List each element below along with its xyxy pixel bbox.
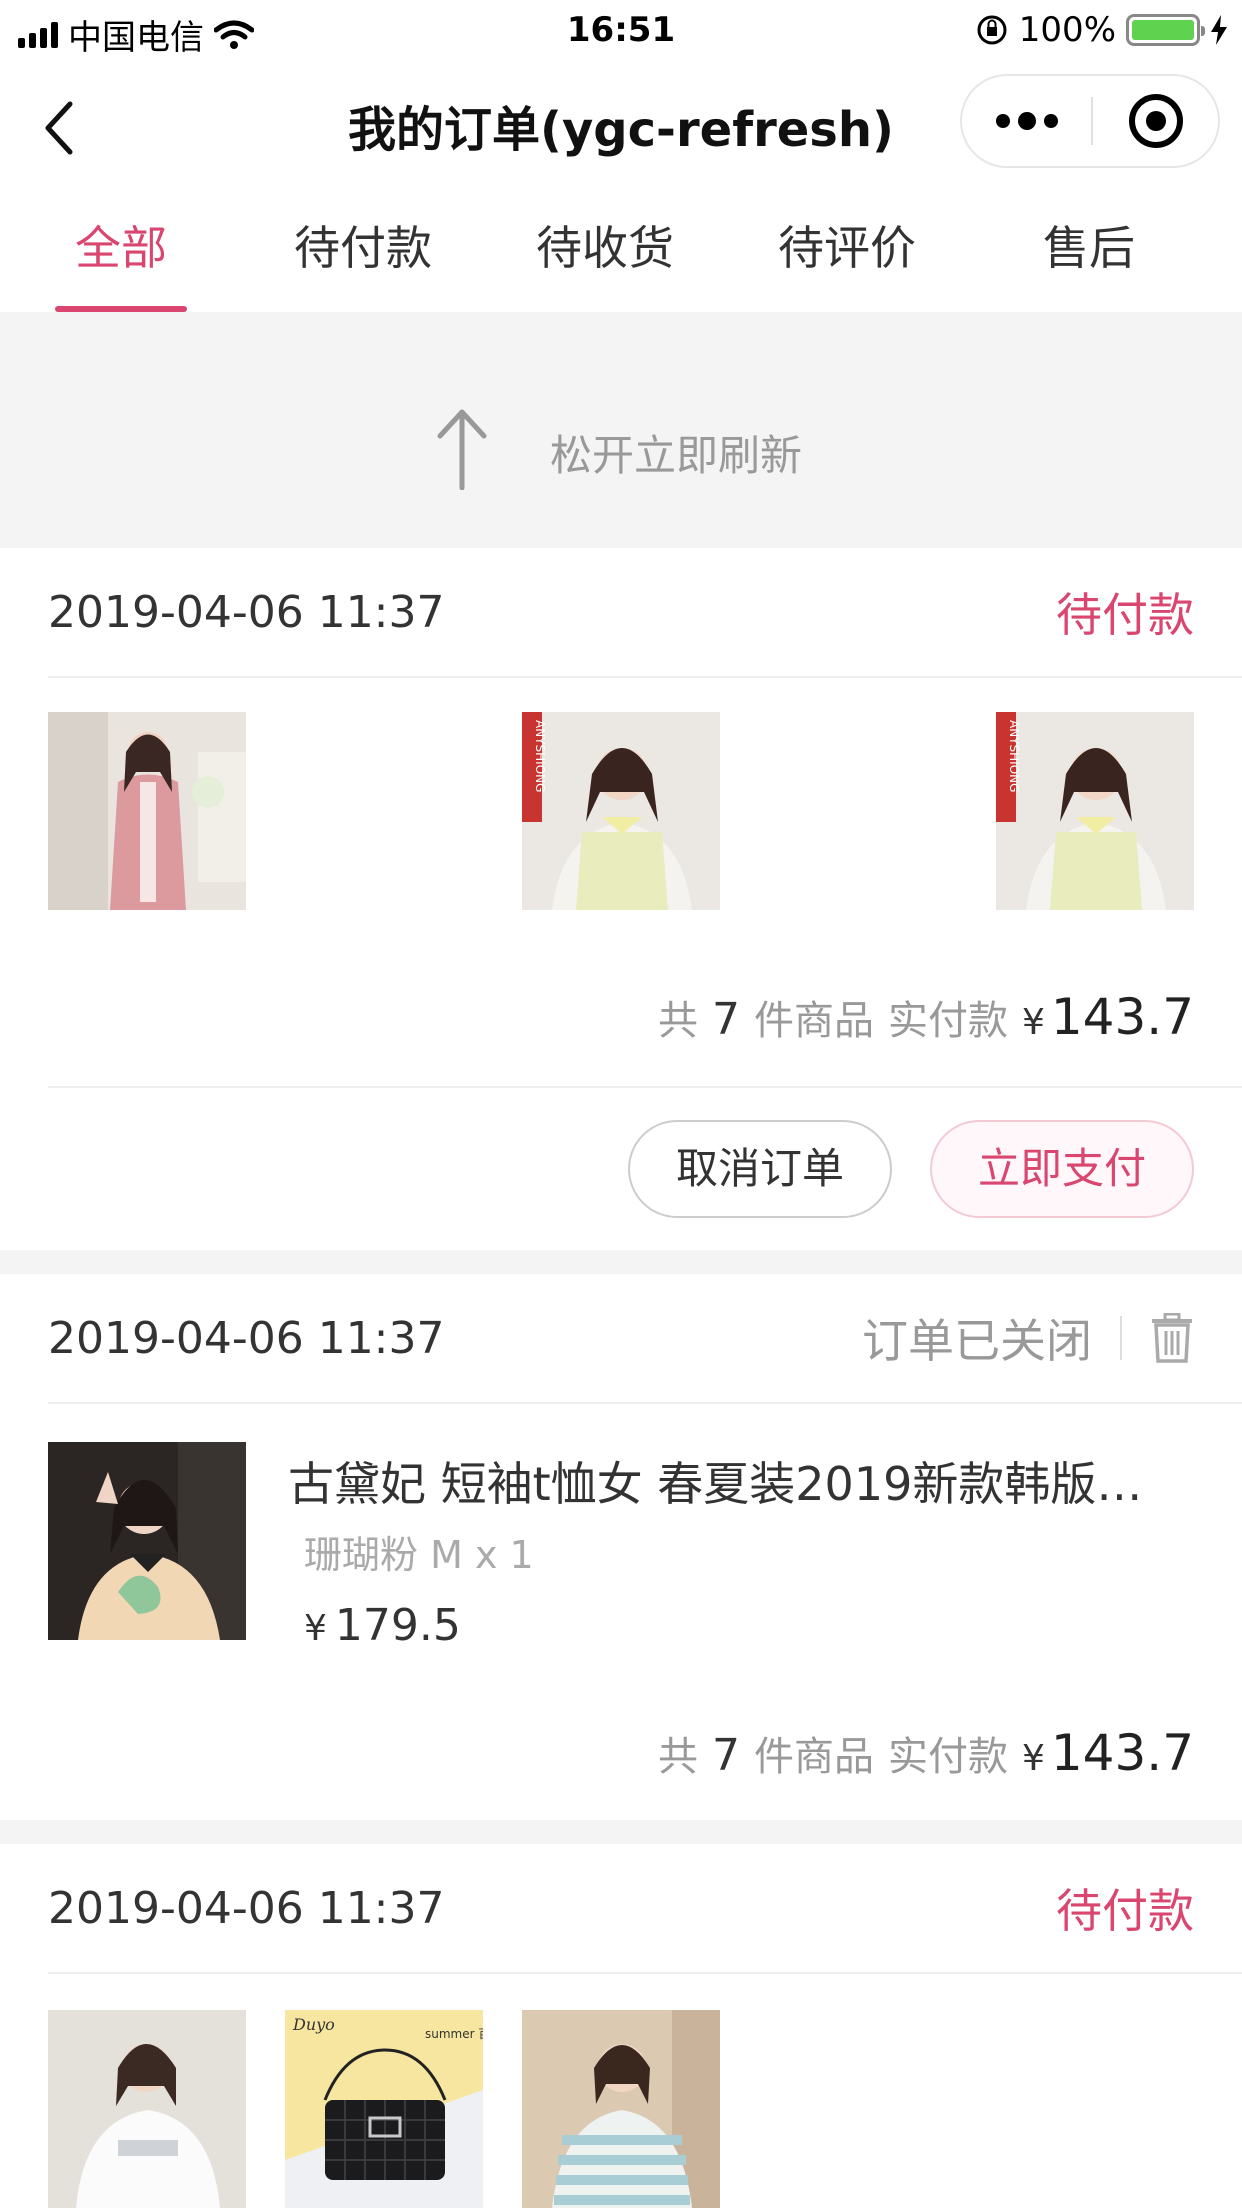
order-date: 2019-04-06 11:37 [48,1882,445,1934]
order-item[interactable]: 古黛妃 短袖t恤女 春夏装2019新款韩版… 珊瑚粉 M x 1 ¥179.5 [48,1442,1194,1651]
paid-label: 实付款 [887,998,1008,1044]
product-spec: 珊瑚粉 M x 1 [304,1533,534,1577]
paid-amount: 143.7 [1050,1724,1194,1782]
more-dots-icon[interactable] [962,76,1091,166]
summary-suffix: 件商品 [753,998,874,1044]
svg-text:Duyo: Duyo [292,2015,335,2034]
pull-refresh-area: 松开立即刷新 [0,312,1242,548]
product-image[interactable] [522,2010,720,2208]
order-status: 订单已关闭 [862,1314,1092,1368]
currency-symbol: ¥ [1021,1738,1045,1779]
bag-caption: summer 百搭女王 [425,2026,483,2041]
charging-bolt-icon [1211,15,1227,45]
product-title: 古黛妃 短袖t恤女 春夏装2019新款韩版… [288,1457,1143,1511]
summary-prefix: 共 [657,998,698,1044]
item-count: 7 [711,1730,740,1781]
status-bar: 中国电信 16:51 100% [0,0,1242,62]
tab-pending-receipt[interactable]: 待收货 [484,184,726,312]
arrow-up-icon [437,409,487,490]
product-image[interactable] [48,712,246,910]
summary-suffix: 件商品 [753,1734,874,1780]
mini-program-capsule [960,74,1220,168]
trash-icon[interactable] [1150,1313,1194,1363]
cancel-order-button[interactable]: 取消订单 [628,1120,892,1218]
product-image[interactable]: ANYSHIONG [522,712,720,910]
order-summary: 共 7 件商品 实付款 ¥ 143.7 [658,1724,1194,1782]
order-status: 待付款 [1056,1884,1194,1938]
rotation-lock-icon [977,15,1007,45]
product-image[interactable] [48,1442,246,1640]
status-divider [1120,1316,1122,1360]
product-thumbnails: ANYSHIONG ANYSHIONG [48,712,1194,910]
tab-pending-review[interactable]: 待评价 [726,184,968,312]
product-image[interactable] [48,2010,246,2208]
paid-label: 实付款 [887,1734,1008,1780]
product-thumbnails: Duyo summer 百搭女王 [48,2010,1194,2208]
summary-prefix: 共 [657,1734,698,1780]
target-icon[interactable] [1093,94,1218,148]
item-count: 7 [711,994,740,1045]
pay-now-button[interactable]: 立即支付 [930,1120,1194,1218]
order-divider [0,1820,1242,1844]
order-date: 2019-04-06 11:37 [48,586,445,638]
order-actions: 取消订单 立即支付 [48,1086,1242,1250]
order-card[interactable]: 2019-04-06 11:37 待付款 Duyo summer 百搭女王 [0,1844,1242,2208]
order-summary: 共 7 件商品 实付款 ¥ 143.7 [658,988,1194,1046]
currency-symbol: ¥ [304,1608,327,1649]
svg-text:ANYSHIONG: ANYSHIONG [533,720,547,792]
order-tabs: 全部 待付款 待收货 待评价 售后 [0,184,1242,312]
order-status: 待付款 [1056,588,1194,642]
tab-after-sales[interactable]: 售后 [968,184,1210,312]
paid-amount: 143.7 [1050,988,1194,1046]
tab-pending-payment[interactable]: 待付款 [242,184,484,312]
price-value: 179.5 [334,1600,461,1651]
product-image[interactable]: ANYSHIONG [996,712,1194,910]
order-card[interactable]: 2019-04-06 11:37 待付款 ANYSHIONG ANYSHIONG… [0,548,1242,1250]
product-price: ¥179.5 [304,1600,461,1651]
battery-icon [1126,14,1205,46]
currency-symbol: ¥ [1021,1002,1045,1043]
refresh-hint: 松开立即刷新 [550,431,803,480]
order-card[interactable]: 2019-04-06 11:37 订单已关闭 古黛妃 短袖t恤女 春夏装2019… [0,1274,1242,1820]
navigation-bar: 我的订单(ygc-refresh) [0,62,1242,184]
product-image[interactable]: Duyo summer 百搭女王 [285,2010,483,2208]
order-date: 2019-04-06 11:37 [48,1312,445,1364]
svg-text:ANYSHIONG: ANYSHIONG [1007,720,1021,792]
tab-all[interactable]: 全部 [0,184,242,312]
order-divider [0,1250,1242,1274]
battery-percent: 100% [1018,10,1116,50]
